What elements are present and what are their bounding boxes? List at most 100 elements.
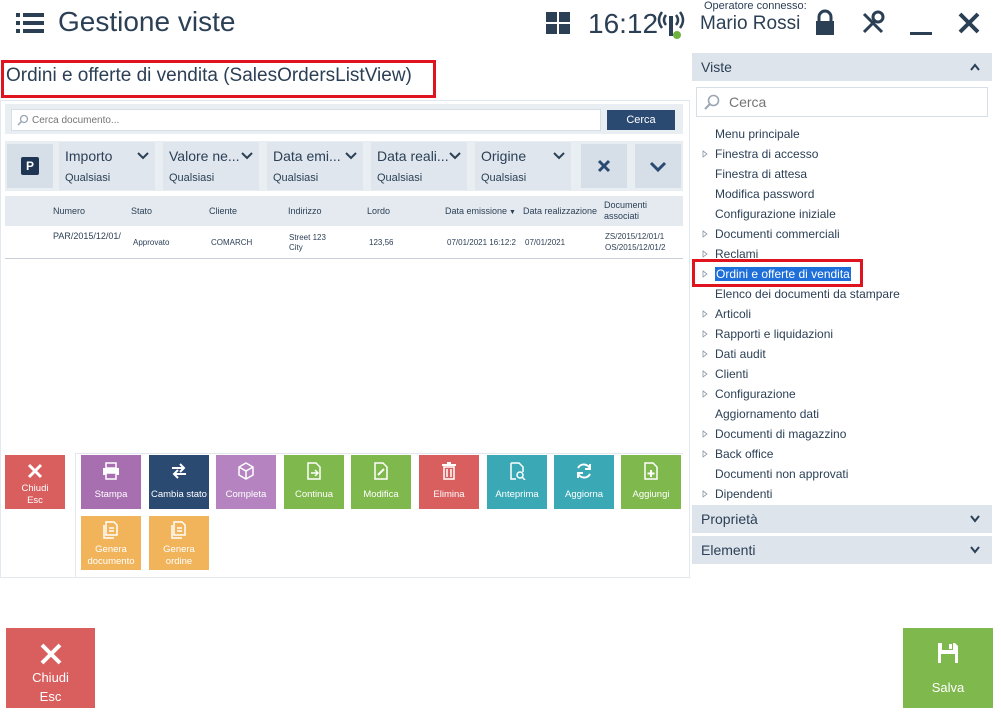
table-row[interactable]: PAR/2015/12/01/ Approvato COMARCH Street… — [5, 227, 683, 259]
lock-icon[interactable] — [810, 8, 840, 38]
continue-button[interactable]: Continua — [284, 455, 344, 509]
close-app-icon[interactable] — [954, 8, 984, 38]
expand-caret-icon[interactable] — [702, 370, 708, 378]
tree-item[interactable]: Documenti commerciali — [715, 226, 840, 242]
expand-caret-icon[interactable] — [702, 350, 708, 358]
column-data-emissione[interactable]: Data emissione ▼ — [445, 206, 516, 216]
tile-label: Genera — [163, 544, 195, 555]
tree-item[interactable]: Back office — [715, 446, 773, 462]
complete-button[interactable]: Completa — [216, 455, 276, 509]
operator-label: Operatore connesso: — [704, 0, 807, 12]
generate-order-button[interactable]: Genera ordine — [149, 516, 209, 570]
hamburger-menu-icon[interactable] — [16, 12, 44, 34]
section-title: Viste — [701, 59, 732, 75]
expand-caret-icon[interactable] — [702, 490, 708, 498]
expand-caret-icon[interactable] — [702, 230, 708, 238]
tree-item[interactable]: Clienti — [715, 366, 748, 382]
document-search-input[interactable] — [11, 109, 601, 131]
add-button[interactable]: Aggiungi — [621, 455, 681, 509]
print-button[interactable]: Stampa — [81, 455, 141, 509]
filter-valore-netto[interactable]: Valore ne... Qualsiasi — [163, 142, 259, 190]
tree-item[interactable]: Documenti non approvati — [715, 466, 848, 482]
proprieta-section-header[interactable]: Proprietà — [692, 505, 992, 533]
app-header: Gestione viste 16:12 Operatore connesso:… — [0, 0, 1001, 50]
filter-origine[interactable]: Origine Qualsiasi — [475, 142, 571, 190]
views-search-input[interactable] — [696, 87, 988, 117]
expand-caret-icon[interactable] — [702, 430, 708, 438]
minimize-icon[interactable] — [906, 8, 936, 38]
close-button[interactable]: Chiudi Esc — [6, 628, 95, 708]
clear-filters-button[interactable] — [581, 144, 627, 188]
filter-label: Data emi... — [273, 148, 341, 164]
tree-item[interactable]: Finestra di accesso — [715, 146, 818, 162]
generate-document-button[interactable]: Genera documento — [81, 516, 141, 570]
filter-value: Qualsiasi — [481, 172, 527, 184]
column-documenti-associati[interactable]: Documenti associati — [604, 200, 674, 222]
save-button[interactable]: Salva — [903, 628, 993, 708]
column-lordo[interactable]: Lordo — [367, 206, 390, 216]
chevron-down-icon — [970, 515, 980, 523]
tree-item-label: Back office — [715, 447, 774, 461]
close-shortcut: Esc — [39, 689, 62, 704]
tree-item[interactable]: Finestra di attesa — [715, 166, 807, 182]
search-bar: Cerca — [5, 104, 683, 134]
viste-section-header[interactable]: Viste — [692, 53, 992, 81]
search-button[interactable]: Cerca — [607, 110, 675, 130]
filter-label: Importo — [65, 148, 113, 164]
column-stato[interactable]: Stato — [131, 206, 152, 216]
refresh-icon — [577, 463, 591, 479]
tree-item-label: Modifica password — [715, 187, 815, 201]
expand-caret-icon[interactable] — [702, 330, 708, 338]
tree-item[interactable]: Articoli — [715, 306, 751, 322]
column-numero[interactable]: Numero — [53, 206, 85, 216]
cell-documento-1: ZS/2015/12/01/1 — [605, 232, 665, 241]
parking-icon: P — [21, 157, 39, 175]
tree-item[interactable]: Elenco dei documenti da stampare — [715, 286, 900, 302]
elementi-section-header[interactable]: Elementi — [692, 536, 992, 564]
tools-icon[interactable] — [858, 8, 888, 38]
close-list-button[interactable]: Chiudi Esc — [5, 455, 65, 509]
expand-caret-icon[interactable] — [702, 310, 708, 318]
column-indirizzo[interactable]: Indirizzo — [288, 206, 322, 216]
filter-label: Valore ne... — [169, 148, 240, 164]
filter-label: Origine — [481, 148, 527, 164]
filter-value: Qualsiasi — [65, 172, 111, 184]
delete-button[interactable]: Elimina — [419, 455, 479, 509]
column-label: Data emissione — [445, 206, 508, 216]
tree-item[interactable]: Configurazione — [715, 386, 796, 402]
chevron-down-icon — [649, 161, 667, 173]
cell-cliente: COMARCH — [211, 238, 253, 247]
column-data-realizzazione[interactable]: Data realizzazione — [523, 206, 597, 216]
tree-item[interactable]: Documenti di magazzino — [715, 426, 846, 442]
save-label: Salva — [931, 680, 965, 695]
section-title: Proprietà — [701, 511, 758, 527]
preview-button[interactable]: Anteprima — [487, 455, 547, 509]
expand-caret-icon[interactable] — [702, 250, 708, 258]
chevron-down-icon — [345, 152, 357, 160]
tree-item[interactable]: Dati audit — [715, 346, 766, 362]
tree-item[interactable]: Configurazione iniziale — [715, 206, 836, 222]
column-cliente[interactable]: Cliente — [209, 206, 237, 216]
expand-caret-icon[interactable] — [702, 450, 708, 458]
change-status-button[interactable]: Cambia stato — [149, 455, 209, 509]
tiles-view-icon[interactable] — [546, 12, 570, 34]
refresh-button[interactable]: Aggiorna — [554, 455, 614, 509]
close-icon — [40, 643, 62, 665]
expand-filters-button[interactable] — [635, 144, 681, 188]
search-icon — [704, 94, 720, 110]
filter-data-emissione[interactable]: Data emi... Qualsiasi — [267, 142, 363, 190]
tree-item-label: Clienti — [715, 367, 749, 381]
tile-label: Cambia stato — [151, 489, 207, 500]
tile-label: Completa — [225, 489, 267, 500]
tree-item[interactable]: Modifica password — [715, 186, 814, 202]
expand-caret-icon[interactable] — [702, 390, 708, 398]
expand-caret-icon[interactable] — [702, 150, 708, 158]
tree-item[interactable]: Rapporti e liquidazioni — [715, 326, 833, 342]
tree-item[interactable]: Menu principale — [715, 126, 800, 142]
parking-button[interactable]: P — [7, 144, 53, 188]
edit-button[interactable]: Modifica — [351, 455, 411, 509]
filter-data-realizzazione[interactable]: Data reali... Qualsiasi — [371, 142, 467, 190]
tree-item[interactable]: Aggiornamento dati — [715, 406, 819, 422]
tree-item[interactable]: Dipendenti — [715, 486, 772, 502]
filter-importo[interactable]: Importo Qualsiasi — [59, 142, 155, 190]
